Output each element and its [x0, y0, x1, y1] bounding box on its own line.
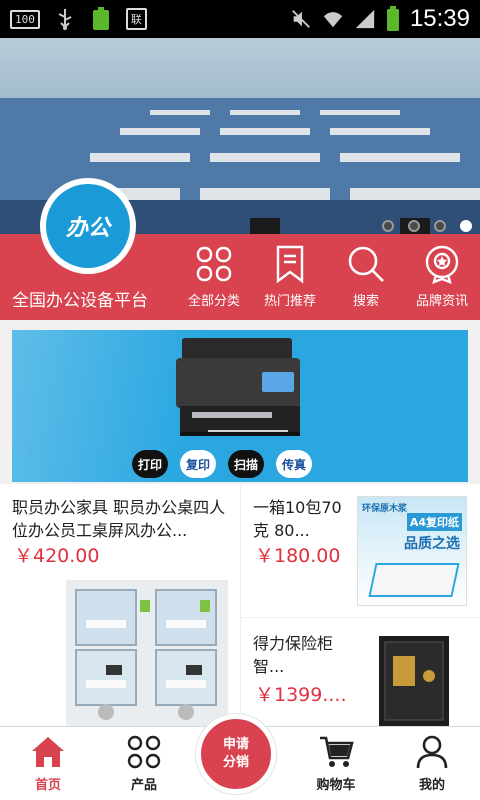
- battery-icon: [386, 6, 399, 31]
- tab-cart[interactable]: 购物车: [288, 727, 384, 800]
- nav-brand-news[interactable]: 品牌资讯: [404, 244, 480, 309]
- site-logo[interactable]: 办公: [40, 178, 136, 274]
- wifi-icon: [323, 12, 343, 28]
- tab-label: 首页: [34, 778, 61, 793]
- carousel-dot[interactable]: [382, 220, 394, 232]
- product-price: ￥180.00: [255, 545, 341, 567]
- app-screen: 100 联 15:39 办公 全国办公设备平台 全部分类 热门推荐 搜索 品牌资…: [0, 0, 480, 800]
- site-title: 全国办公设备平台: [12, 291, 148, 311]
- battery-box-icon: 100: [10, 9, 40, 29]
- user-icon: [416, 735, 448, 769]
- nav-label: 热门推荐: [263, 294, 316, 309]
- medal-icon: [425, 245, 459, 284]
- printer-ad-banner[interactable]: 打印 复印 扫描 传真: [12, 330, 468, 482]
- product-image: [66, 580, 228, 726]
- ad-pill-copy: 复印: [180, 450, 216, 478]
- product-card[interactable]: 一箱10包70克 80... ￥180.00 环保原木浆 A4复印纸 品质之选: [241, 484, 480, 617]
- tab-home[interactable]: 首页: [0, 727, 96, 800]
- tab-label: 我的: [418, 778, 445, 793]
- fab-label-line1: 申请: [222, 737, 249, 752]
- product-image: 环保原木浆 A4复印纸 品质之选: [357, 496, 467, 606]
- mute-icon: [292, 10, 310, 28]
- product-name: 得力保险柜智...: [253, 634, 334, 676]
- clock: 15:39: [409, 5, 470, 32]
- apply-distribution-button[interactable]: 申请 分销: [196, 714, 276, 794]
- nav-label: 全部分类: [187, 294, 240, 309]
- cart-icon: [320, 736, 354, 767]
- product-card[interactable]: 得力保险柜智... ￥1399....: [241, 618, 480, 726]
- nav-label: 搜索: [352, 294, 379, 309]
- logo-text: 办公: [65, 215, 110, 241]
- grid-icon: [196, 246, 232, 282]
- usb-icon: [58, 9, 72, 30]
- sim-icon: 联: [125, 8, 147, 30]
- status-bar: 100 联 15:39: [0, 0, 480, 38]
- tab-profile[interactable]: 我的: [384, 727, 480, 800]
- carousel-dot-active[interactable]: [460, 220, 472, 232]
- tab-label: 产品: [130, 778, 157, 793]
- carousel-dot[interactable]: [434, 220, 446, 232]
- nav-hot-recommend[interactable]: 热门推荐: [252, 244, 328, 309]
- carousel-dot[interactable]: [408, 220, 420, 232]
- product-price: ￥420.00: [14, 545, 100, 567]
- product-card[interactable]: 职员办公家具 职员办公桌四人位办公员工桌屏风办公... ￥420.00: [0, 484, 240, 726]
- product-name: 职员办公家具 职员办公桌四人位办公员工桌屏风办公...: [12, 498, 226, 540]
- carousel-indicator: [382, 220, 472, 232]
- ad-pill-fax: 传真: [276, 450, 312, 478]
- ad-pill-scan: 扫描: [228, 450, 264, 478]
- bookmark-icon: [276, 245, 304, 284]
- nav-all-categories[interactable]: 全部分类: [176, 244, 252, 309]
- category-nav: 全部分类 热门推荐 搜索 品牌资讯: [176, 244, 480, 309]
- tab-label: 购物车: [316, 778, 356, 793]
- grid-icon: [127, 735, 161, 769]
- nav-label: 品牌资讯: [415, 294, 468, 309]
- product-price: ￥1399....: [255, 684, 347, 706]
- ad-pill-print: 打印: [132, 450, 168, 478]
- tab-products[interactable]: 产品: [96, 727, 192, 800]
- search-icon: [348, 246, 384, 282]
- fab-label-line2: 分销: [222, 755, 249, 770]
- product-image: [379, 636, 449, 726]
- home-icon: [32, 737, 64, 767]
- signal-icon: [355, 9, 375, 29]
- ad-feature-pills: 打印 复印 扫描 传真: [132, 450, 312, 478]
- nav-search[interactable]: 搜索: [328, 244, 404, 309]
- product-name: 一箱10包70克 80...: [253, 498, 342, 540]
- battery-charged-icon: [90, 7, 112, 31]
